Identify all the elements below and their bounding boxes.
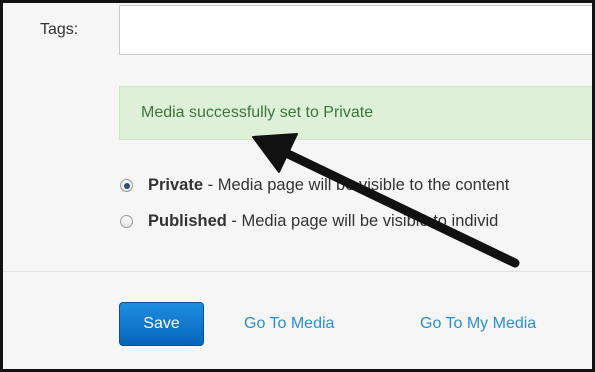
- save-button[interactable]: Save: [119, 302, 204, 346]
- radio-button-published[interactable]: [120, 215, 133, 228]
- radio-description-published: - Media page will be visible to individ: [226, 212, 499, 230]
- radio-button-private[interactable]: [120, 179, 133, 192]
- radio-title-private: Private: [148, 176, 204, 194]
- tags-label: Tags:: [40, 21, 79, 38]
- radio-title-published: Published: [148, 212, 227, 230]
- go-to-media-link[interactable]: Go To Media: [244, 315, 334, 333]
- radio-description-private: - Media page will be visible to the cont…: [203, 176, 510, 194]
- screenshot-frame: Tags: Media successfully set to Private …: [0, 0, 595, 372]
- success-alert: Media successfully set to Private: [119, 86, 592, 140]
- alert-message: Media successfully set to Private: [141, 104, 374, 121]
- tags-input[interactable]: [119, 5, 592, 55]
- radio-label-published: Published - Media page will be visible t…: [148, 212, 498, 231]
- radio-label-private: Private - Media page will be visible to …: [148, 176, 509, 195]
- section-divider: [3, 271, 592, 272]
- go-to-my-media-link[interactable]: Go To My Media: [420, 315, 536, 333]
